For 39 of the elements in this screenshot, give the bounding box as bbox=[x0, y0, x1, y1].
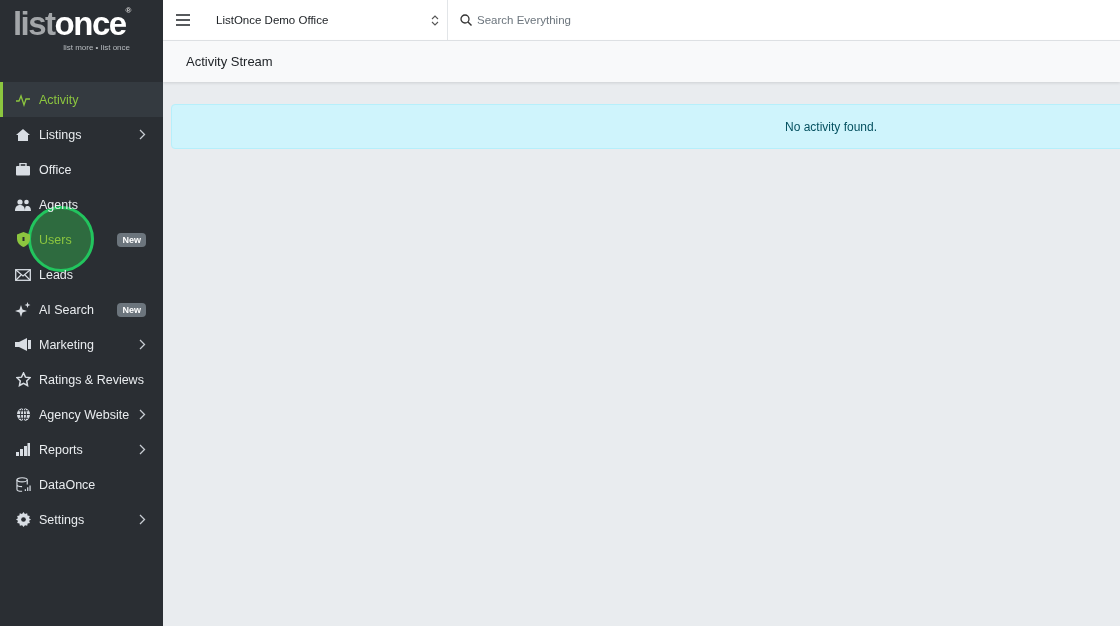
search-input[interactable]: Search Everything bbox=[477, 10, 1120, 30]
sidebar-item[interactable]: Activity bbox=[0, 82, 163, 117]
sidebar-item[interactable]: DataOnce bbox=[0, 467, 163, 502]
logo: listonce® bbox=[12, 6, 130, 42]
sort-arrows-icon bbox=[431, 14, 439, 26]
sidebar-item[interactable]: Listings bbox=[0, 117, 163, 152]
search-icon bbox=[460, 14, 472, 26]
database-icon bbox=[15, 477, 31, 492]
globe-icon bbox=[15, 407, 31, 422]
sparkles-icon bbox=[15, 301, 31, 318]
sidebar-item[interactable]: AI Search New bbox=[0, 292, 163, 327]
new-badge: New bbox=[117, 302, 146, 317]
envelope-icon bbox=[15, 268, 31, 281]
people-icon bbox=[15, 198, 31, 211]
shield-icon bbox=[16, 232, 30, 247]
page-title: Activity Stream bbox=[163, 41, 1120, 82]
sidebar-item[interactable]: Ratings & Reviews bbox=[0, 362, 163, 397]
megaphone-icon bbox=[15, 338, 31, 351]
star-icon bbox=[15, 372, 31, 387]
office-select[interactable]: ListOnce Demo Office bbox=[203, 0, 448, 40]
briefcase-icon bbox=[15, 163, 31, 176]
sidebar-item[interactable]: Agency Website bbox=[0, 397, 163, 432]
new-badge: New bbox=[117, 232, 146, 247]
pulse-icon bbox=[15, 92, 31, 107]
house-icon bbox=[15, 127, 31, 142]
info-alert: No activity found. bbox=[171, 104, 1120, 149]
sidebar-item[interactable]: Settings bbox=[0, 502, 163, 537]
menu-button[interactable] bbox=[163, 0, 203, 40]
sidebar-item[interactable]: Users New bbox=[0, 222, 163, 257]
gear-icon bbox=[15, 512, 31, 527]
sidebar-item[interactable]: Agents bbox=[0, 187, 163, 222]
sidebar-item[interactable]: Leads bbox=[0, 257, 163, 292]
logo-tagline: list more • list once bbox=[63, 43, 130, 52]
search-field[interactable]: Search Everything bbox=[448, 0, 1120, 40]
sidebar-item[interactable]: Marketing bbox=[0, 327, 163, 362]
sidebar-item[interactable]: Reports bbox=[0, 432, 163, 467]
sidebar-item[interactable]: Office bbox=[0, 152, 163, 187]
bar-chart-icon bbox=[16, 443, 30, 456]
menu-icon bbox=[176, 14, 190, 26]
